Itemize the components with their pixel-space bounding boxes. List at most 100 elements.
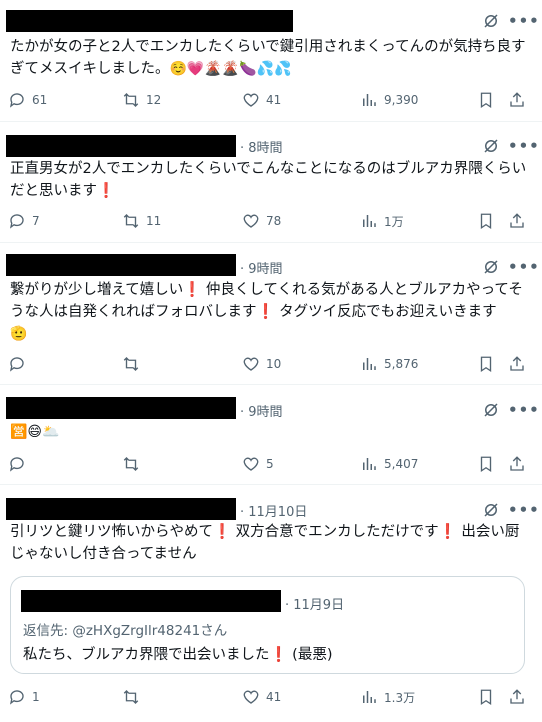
bookmark-icon xyxy=(480,356,492,373)
action-bar: 10 5,876 xyxy=(0,352,542,376)
more-icon[interactable]: ••• xyxy=(508,401,540,419)
reply-button[interactable]: 1 xyxy=(8,685,40,709)
reply-count: 1 xyxy=(32,690,40,704)
repost-button[interactable]: 12 xyxy=(122,88,161,112)
redacted-author xyxy=(6,135,236,157)
reply-button[interactable] xyxy=(8,452,32,476)
post-timestamp[interactable]: · 9時間 xyxy=(240,258,283,277)
repost-button[interactable] xyxy=(122,685,146,709)
reply-button[interactable]: 7 xyxy=(8,209,40,233)
share-button[interactable] xyxy=(508,88,526,112)
quoted-reply-to[interactable]: 返信先: @zHXgZrgIlr48241さん xyxy=(23,619,227,639)
views-icon xyxy=(363,94,376,106)
views-button[interactable]: 5,407 xyxy=(360,452,418,476)
bookmark-icon xyxy=(480,92,492,109)
more-icon[interactable]: ••• xyxy=(508,12,540,30)
like-count: 41 xyxy=(266,690,282,704)
post[interactable]: · 9時間 ••• 🈺😄🌥️ 5 5,407 xyxy=(0,385,542,485)
bookmark-icon xyxy=(480,213,492,230)
repost-icon xyxy=(123,93,139,107)
more-icon[interactable]: ••• xyxy=(508,501,540,519)
redacted-author xyxy=(6,498,236,520)
redacted-author xyxy=(6,10,293,32)
post-timestamp[interactable]: · 11月10日 xyxy=(240,501,307,520)
grok-icon[interactable] xyxy=(482,501,500,519)
repost-icon xyxy=(123,457,139,471)
views-button[interactable]: 1万 xyxy=(360,209,404,233)
post-timestamp[interactable]: · 8時間 xyxy=(240,137,283,156)
share-button[interactable] xyxy=(508,452,526,476)
views-count: 1.3万 xyxy=(384,690,416,705)
share-button[interactable] xyxy=(508,209,526,233)
grok-icon[interactable] xyxy=(482,258,500,276)
reply-button[interactable]: 61 xyxy=(8,88,47,112)
bookmark-button[interactable] xyxy=(477,352,495,376)
like-count: 41 xyxy=(266,93,282,107)
grok-icon[interactable] xyxy=(482,137,500,155)
repost-button[interactable]: 11 xyxy=(122,209,161,233)
repost-count: 12 xyxy=(146,93,162,107)
post[interactable]: ••• たかが女の子と2人でエンカしたくらいで鍵引用されまくってんのが気持ち良す… xyxy=(0,0,542,122)
views-count: 5,876 xyxy=(384,357,419,371)
heart-icon xyxy=(243,690,259,704)
grok-icon[interactable] xyxy=(482,12,500,30)
post[interactable]: · 8時間 ••• 正直男女が2人でエンカしたくらいでこんなことになるのはブルア… xyxy=(0,122,542,243)
redacted-quoted-author xyxy=(21,590,281,612)
repost-count: 11 xyxy=(146,214,162,228)
share-icon xyxy=(510,456,524,471)
action-bar: 5 5,407 xyxy=(0,452,542,476)
reply-button[interactable] xyxy=(8,352,32,376)
share-icon xyxy=(510,92,524,107)
bookmark-button[interactable] xyxy=(477,209,495,233)
share-button[interactable] xyxy=(508,352,526,376)
redacted-author xyxy=(6,254,236,276)
share-button[interactable] xyxy=(508,685,526,709)
like-count: 78 xyxy=(266,214,282,228)
share-icon xyxy=(510,689,524,704)
bookmark-button[interactable] xyxy=(477,685,495,709)
post-timestamp[interactable]: · 9時間 xyxy=(240,401,283,420)
share-icon xyxy=(510,356,524,371)
post-text: 正直男女が2人でエンカしたくらいでこんなことになるのはブルアカ界隈くらいだと思い… xyxy=(10,161,527,199)
like-button[interactable]: 5 xyxy=(242,452,274,476)
like-button[interactable]: 78 xyxy=(242,209,281,233)
emoji-sequence: ☺️💗🌋🌋🍆💦💦 xyxy=(169,61,292,77)
redacted-author xyxy=(6,397,236,419)
reply-icon xyxy=(9,214,24,229)
views-button[interactable]: 9,390 xyxy=(360,88,418,112)
quoted-post-timestamp: · 11月9日 xyxy=(285,598,345,613)
views-count: 9,390 xyxy=(384,93,419,107)
post[interactable]: · 9時間 ••• 繋がりが少し増えて嬉しい❗ 仲良くしてくれる気がある人とブル… xyxy=(0,243,542,385)
action-bar: 61 12 41 9,390 xyxy=(0,88,542,112)
action-bar: 7 11 78 1万 xyxy=(0,209,542,233)
reply-icon xyxy=(9,457,24,472)
like-button[interactable]: 10 xyxy=(242,352,281,376)
like-count: 5 xyxy=(266,457,274,471)
like-button[interactable]: 41 xyxy=(242,685,281,709)
post-text: 繋がりが少し増えて嬉しい❗ 仲良くしてくれる気がある人とブルアカやってそうな人は… xyxy=(10,279,528,345)
views-button[interactable]: 1.3万 xyxy=(360,685,415,709)
grok-icon[interactable] xyxy=(482,401,500,419)
reply-icon xyxy=(9,93,24,108)
heart-icon xyxy=(243,357,259,371)
repost-button[interactable] xyxy=(122,352,146,376)
bookmark-icon xyxy=(480,456,492,473)
views-count: 5,407 xyxy=(384,457,419,471)
quoted-post-text: 私たち、ブルアカ界隈で出会いました❗ (最悪) xyxy=(23,647,333,663)
more-icon[interactable]: ••• xyxy=(508,258,540,276)
quoted-post[interactable]: · 11月9日 返信先: @zHXgZrgIlr48241さん 私たち、ブルアカ… xyxy=(10,576,525,674)
reply-count: 7 xyxy=(32,214,40,228)
bookmark-button[interactable] xyxy=(477,88,495,112)
repost-button[interactable] xyxy=(122,452,146,476)
more-icon[interactable]: ••• xyxy=(508,137,540,155)
heart-icon xyxy=(243,457,259,471)
like-button[interactable]: 41 xyxy=(242,88,281,112)
emoji-sequence: 🫡 xyxy=(10,326,28,342)
post[interactable]: · 11月10日 ••• 引リツと鍵リツ怖いからやめて❗ 双方合意でエンカしただ… xyxy=(0,485,542,722)
views-icon xyxy=(363,691,376,703)
views-button[interactable]: 5,876 xyxy=(360,352,418,376)
heart-icon xyxy=(243,93,259,107)
post-text: たかが女の子と2人でエンカしたくらいで鍵引用されまくってんのが気持ち良すぎてメス… xyxy=(10,36,528,80)
bookmark-button[interactable] xyxy=(477,452,495,476)
reply-icon xyxy=(9,690,24,705)
